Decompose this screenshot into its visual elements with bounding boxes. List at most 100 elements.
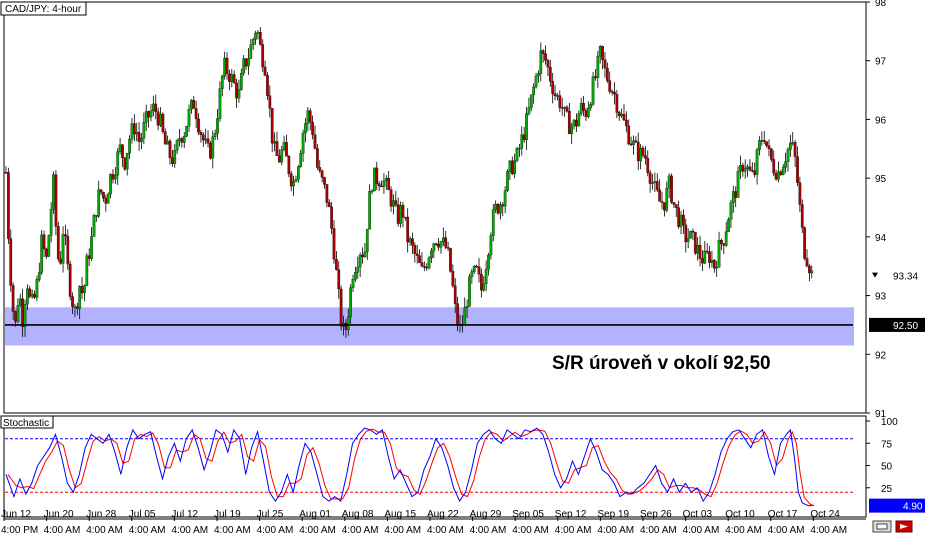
candle-body (793, 142, 797, 157)
candle-body (808, 265, 811, 274)
candle-body (401, 205, 405, 218)
candle-body (106, 193, 110, 204)
candle-body (384, 178, 388, 181)
candle-body (781, 167, 785, 175)
candle-body (327, 202, 331, 208)
candle-body (734, 191, 738, 198)
candle-body (325, 184, 329, 203)
candle-body (743, 168, 747, 172)
candle-body (287, 156, 291, 174)
close-panel-icon[interactable] (895, 520, 913, 533)
candle-body (45, 248, 48, 257)
candle-body (736, 170, 740, 198)
time-tick-date: Jul 12 (171, 509, 198, 520)
candle-body (491, 209, 495, 236)
candle-body (484, 268, 488, 285)
candle-body (774, 173, 778, 180)
candle-body (444, 237, 448, 248)
candle-body (64, 234, 67, 237)
candle-body (563, 106, 566, 109)
candle-body (380, 185, 383, 188)
candle-body (430, 250, 433, 259)
candle-body (579, 102, 583, 114)
candle-body (161, 113, 165, 132)
candle-body (679, 214, 683, 227)
candle-body (784, 161, 787, 168)
time-tick-hour: 4:00 AM (214, 525, 251, 535)
candle-body (748, 166, 752, 171)
candle-body (399, 205, 402, 224)
candle-body (608, 80, 612, 92)
candle-body (620, 113, 623, 117)
candle-body (501, 204, 505, 207)
candle-body (66, 235, 70, 265)
candle-body (194, 108, 198, 120)
candle-body (789, 142, 792, 150)
candle-body (722, 243, 726, 246)
candle-body (577, 113, 581, 127)
candle-body (237, 89, 241, 99)
candle-body (33, 293, 36, 298)
candle-body (73, 306, 77, 308)
candle-body (446, 247, 450, 249)
candle-body (691, 230, 695, 233)
stoch-tick-label: 50 (881, 462, 893, 473)
candle-body (667, 175, 671, 189)
candle-body (171, 157, 174, 164)
candle-body (187, 109, 191, 127)
time-tick-hour: 4:00 AM (555, 525, 592, 535)
candle-body (311, 121, 314, 135)
candle-body (373, 167, 376, 192)
candle-body (605, 67, 609, 81)
scroll-icon[interactable] (872, 520, 892, 533)
candle-body (349, 287, 352, 318)
time-tick-hour: 4:00 AM (257, 525, 294, 535)
sr-zone-layer (5, 307, 854, 346)
candle-body (313, 134, 317, 149)
candle-body (299, 153, 303, 167)
candle-body (163, 131, 167, 145)
candle-body (382, 180, 386, 187)
candle-body (634, 140, 638, 143)
candle-body (463, 307, 467, 325)
candle-body (406, 216, 410, 243)
candle-body (21, 298, 24, 327)
candle-body (180, 138, 184, 143)
candle-body (422, 266, 426, 268)
candle-body (689, 230, 692, 239)
candle-body (125, 153, 129, 170)
candle-body (710, 259, 714, 263)
candle-body (92, 215, 96, 237)
candle-body (389, 189, 393, 207)
time-tick-hour: 4:00 AM (129, 525, 166, 535)
candle-body (232, 74, 236, 84)
time-tick-hour: 4:00 AM (683, 525, 720, 535)
candle-body (453, 285, 457, 304)
candle-body (408, 238, 412, 243)
price-tick-label: 96 (875, 115, 887, 126)
candle-body (698, 245, 702, 259)
candle-body (149, 110, 153, 118)
candle-body (560, 107, 564, 109)
candle-body (344, 322, 348, 330)
sr-annotation: S/R úroveň v okolí 92,50 (552, 353, 771, 374)
time-tick-date: Sep 26 (640, 509, 672, 520)
time-tick-date: Aug 01 (299, 509, 331, 520)
candle-body (598, 46, 602, 57)
candle-body (641, 147, 645, 156)
candle-body (282, 142, 286, 151)
candle-body (553, 93, 557, 96)
candle-body (439, 241, 443, 248)
price-tick-label: 92 (875, 350, 887, 361)
time-tick-hour: 4:00 AM (171, 525, 208, 535)
candle-body (596, 55, 600, 79)
candle-body (80, 286, 84, 294)
candle-body (387, 178, 391, 190)
candle-body (779, 171, 783, 175)
candle-body (175, 140, 179, 151)
candle-body (729, 202, 733, 220)
candle-body (508, 160, 512, 172)
candle-body (724, 231, 728, 246)
time-tick-hour: 4:00 AM (725, 525, 762, 535)
time-tick-hour: 4:00 AM (512, 525, 549, 535)
